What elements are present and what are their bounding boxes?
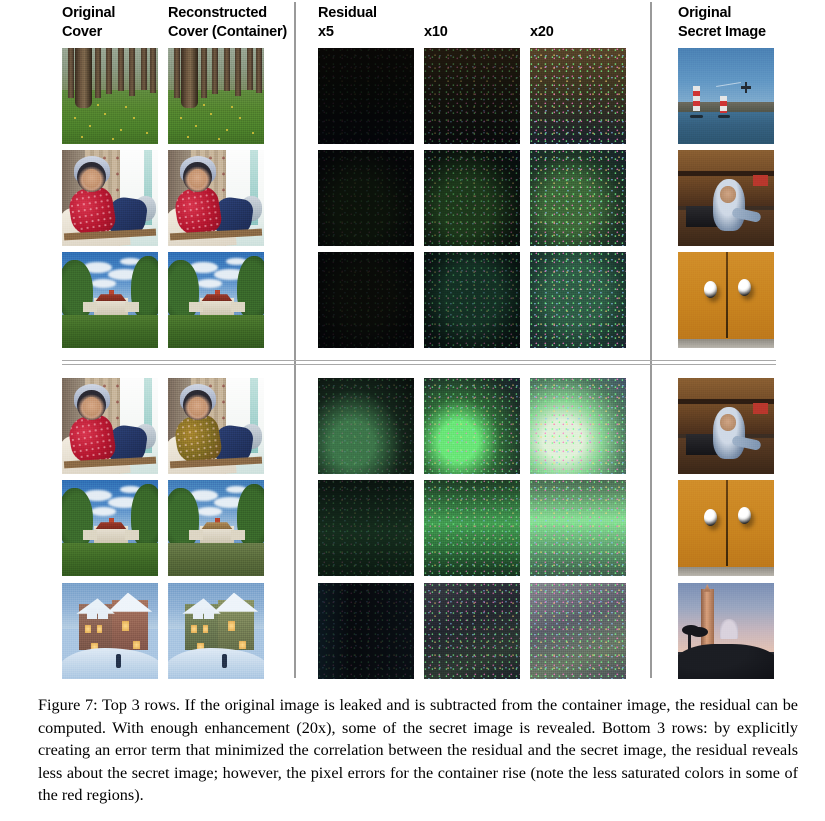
figure-caption: Figure 7: Top 3 rows. If the original im… <box>38 696 798 805</box>
residual-x20-row-1 <box>530 48 626 144</box>
container-image-row-1 <box>168 48 264 144</box>
secret-image-row-4 <box>678 378 774 474</box>
residual-x20-row-3 <box>530 252 626 348</box>
residual-x20-row-5 <box>530 480 626 576</box>
cover-image-row-2 <box>62 150 158 246</box>
residual-x10-row-6 <box>424 583 520 679</box>
cover-image-row-1 <box>62 48 158 144</box>
vertical-separator-right <box>650 2 652 678</box>
horizontal-separator-bottom-line <box>62 364 776 365</box>
cover-image-row-6 <box>62 583 158 679</box>
column-header-residual: Residual x5 <box>318 5 377 40</box>
residual-x10-row-4 <box>424 378 520 474</box>
column-header-residual-x20: x20 <box>530 24 554 40</box>
secret-image-row-5 <box>678 480 774 576</box>
column-header-residual-x10: x10 <box>424 24 448 40</box>
residual-x20-row-6 <box>530 583 626 679</box>
container-image-row-6 <box>168 583 264 679</box>
secret-image-row-2 <box>678 150 774 246</box>
column-header-original-cover: Original Cover <box>62 5 116 40</box>
residual-x10-row-5 <box>424 480 520 576</box>
cover-image-row-3 <box>62 252 158 348</box>
secret-image-row-6 <box>678 583 774 679</box>
residual-x20-row-2 <box>530 150 626 246</box>
container-image-row-4 <box>168 378 264 474</box>
secret-image-row-3 <box>678 252 774 348</box>
container-image-row-5 <box>168 480 264 576</box>
horizontal-separator-top-line <box>62 360 776 361</box>
container-image-row-3 <box>168 252 264 348</box>
residual-x10-row-3 <box>424 252 520 348</box>
figure-7: Original Cover Reconstructed Cover (Cont… <box>0 0 825 821</box>
vertical-separator-left <box>294 2 296 678</box>
residual-x20-row-4 <box>530 378 626 474</box>
residual-x5-row-5 <box>318 480 414 576</box>
cover-image-row-4 <box>62 378 158 474</box>
residual-x5-row-1 <box>318 48 414 144</box>
secret-image-row-1 <box>678 48 774 144</box>
residual-x5-row-4 <box>318 378 414 474</box>
container-image-row-2 <box>168 150 264 246</box>
residual-x5-row-2 <box>318 150 414 246</box>
residual-x5-row-6 <box>318 583 414 679</box>
column-header-original-secret: Original Secret Image <box>678 5 766 40</box>
column-header-reconstructed-cover: Reconstructed Cover (Container) <box>168 5 288 40</box>
residual-x10-row-1 <box>424 48 520 144</box>
residual-x5-row-3 <box>318 252 414 348</box>
cover-image-row-5 <box>62 480 158 576</box>
residual-x10-row-2 <box>424 150 520 246</box>
